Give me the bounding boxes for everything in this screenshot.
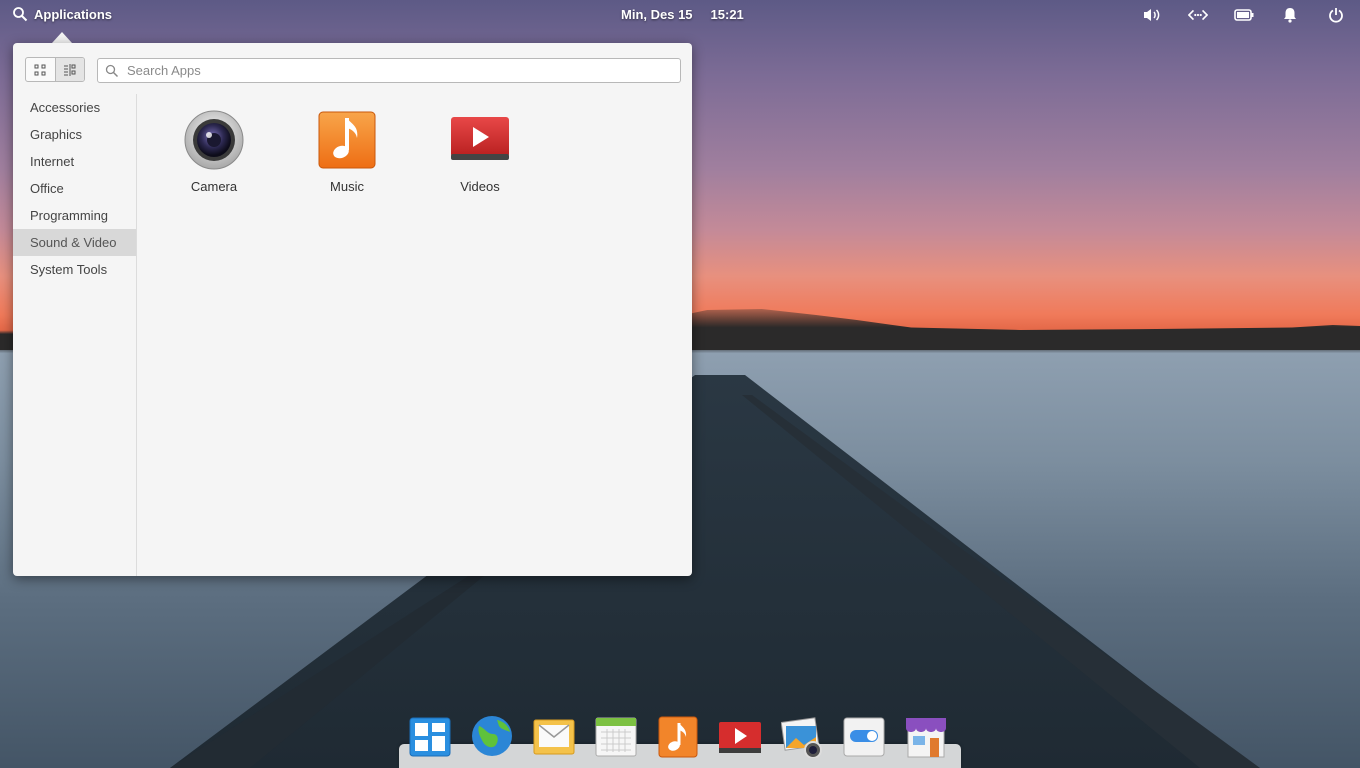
- app-music[interactable]: Music: [292, 110, 402, 194]
- app-videos[interactable]: Videos: [425, 110, 535, 194]
- date-label: Min, Des 15: [621, 7, 693, 22]
- web-browser-icon[interactable]: [471, 714, 513, 758]
- power-icon[interactable]: [1326, 6, 1346, 23]
- app-label: Videos: [460, 179, 500, 194]
- battery-icon[interactable]: [1234, 6, 1254, 23]
- notification-bell-icon[interactable]: [1280, 6, 1300, 23]
- category-system-tools[interactable]: System Tools: [13, 256, 136, 283]
- search-input[interactable]: [125, 62, 680, 79]
- search-icon: [105, 64, 119, 77]
- top-panel: Applications Min, Des 15 15:21: [0, 0, 1360, 29]
- videos-icon[interactable]: [719, 714, 761, 758]
- mail-icon[interactable]: [533, 714, 575, 758]
- appcenter-icon[interactable]: [905, 714, 947, 758]
- category-sidebar: Accessories Graphics Internet Office Pro…: [13, 94, 137, 576]
- applications-label: Applications: [34, 6, 113, 22]
- calendar-icon[interactable]: [595, 714, 637, 758]
- category-sound-video[interactable]: Sound & Video: [13, 229, 136, 256]
- search-apps-field[interactable]: [97, 58, 681, 83]
- applications-menu-button[interactable]: Applications: [12, 6, 112, 22]
- photos-icon[interactable]: [781, 714, 823, 758]
- category-view-icon[interactable]: [54, 58, 84, 81]
- grid-view-icon[interactable]: [26, 58, 55, 81]
- datetime-indicator[interactable]: Min, Des 15 15:21: [621, 7, 744, 22]
- indicator-area: [1142, 6, 1346, 23]
- multitasking-view-icon[interactable]: [409, 714, 451, 758]
- time-label: 15:21: [710, 7, 744, 22]
- app-label: Camera: [190, 179, 238, 194]
- volume-icon[interactable]: [1142, 6, 1162, 23]
- music-icon[interactable]: [657, 714, 699, 758]
- videos-icon: [451, 117, 509, 160]
- category-accessories[interactable]: Accessories: [13, 94, 136, 121]
- category-graphics[interactable]: Graphics: [13, 121, 136, 148]
- network-icon[interactable]: [1188, 6, 1208, 23]
- category-internet[interactable]: Internet: [13, 148, 136, 175]
- dock: [409, 714, 947, 758]
- menu-pointer: [52, 32, 72, 43]
- applications-menu: Accessories Graphics Internet Office Pro…: [13, 43, 692, 576]
- camera-icon: [184, 110, 244, 170]
- app-label: Music: [330, 179, 364, 194]
- music-icon: [318, 111, 376, 169]
- settings-icon[interactable]: [843, 714, 885, 758]
- category-office[interactable]: Office: [13, 175, 136, 202]
- search-icon: [13, 7, 28, 22]
- app-camera[interactable]: Camera: [159, 110, 269, 194]
- view-mode-toggle: [25, 57, 85, 82]
- category-programming[interactable]: Programming: [13, 202, 136, 229]
